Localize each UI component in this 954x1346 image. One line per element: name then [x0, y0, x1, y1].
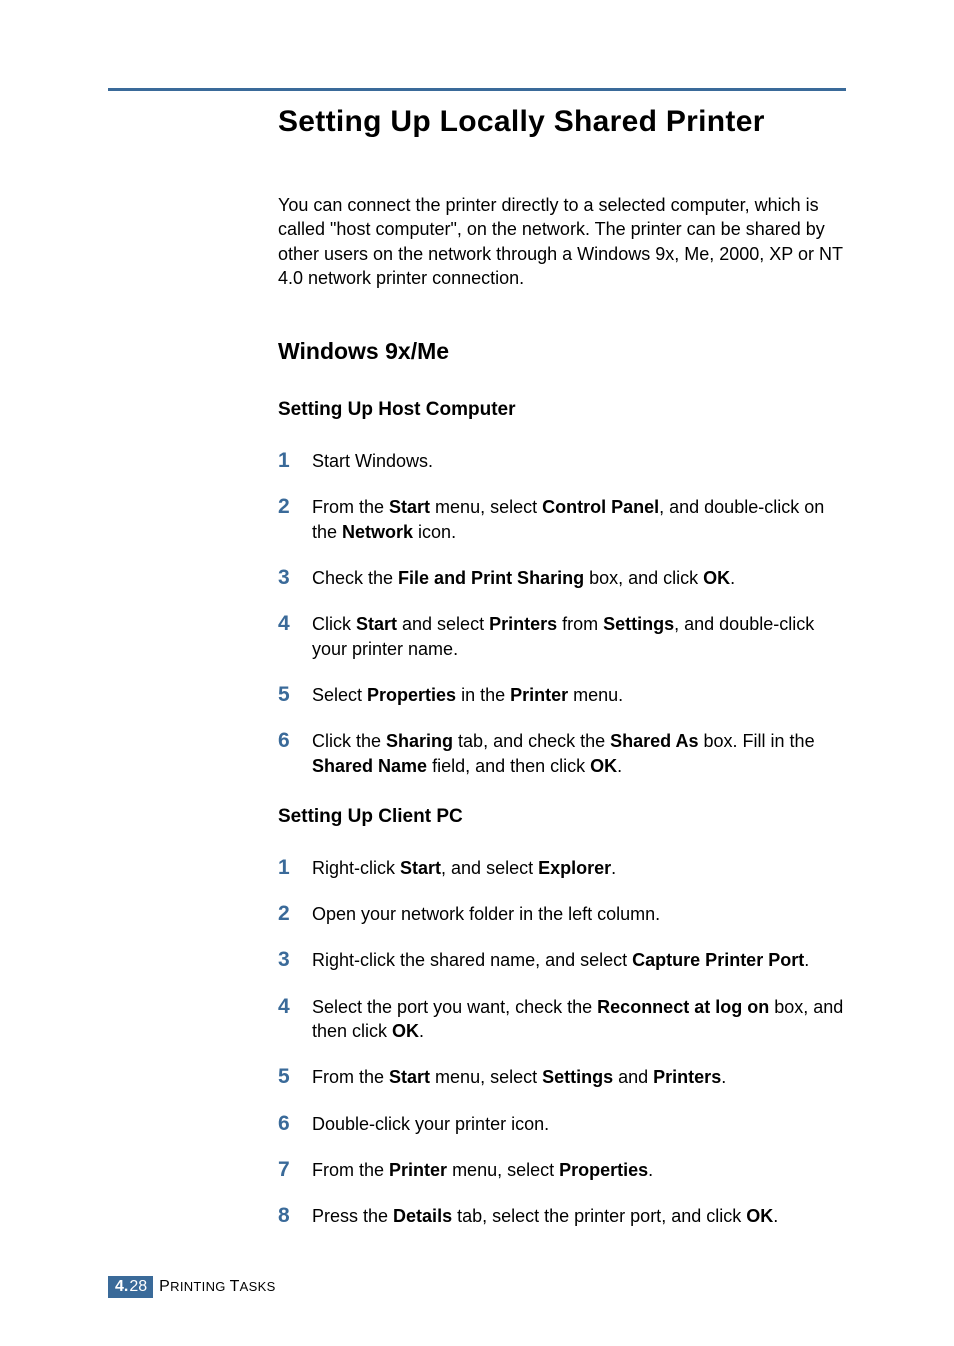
step-text: Start Windows.: [312, 449, 433, 473]
step-number: 5: [278, 683, 312, 707]
step-number: 1: [278, 449, 312, 473]
step-item: 2Open your network folder in the left co…: [278, 902, 846, 926]
step-text: Click Start and select Printers from Set…: [312, 612, 846, 661]
step-text: Double-click your printer icon.: [312, 1112, 549, 1136]
page-number: 28: [129, 1278, 147, 1296]
step-number: 3: [278, 948, 312, 972]
page-number-badge: 4.28: [108, 1276, 153, 1298]
step-item: 3Right-click the shared name, and select…: [278, 948, 846, 972]
step-number: 2: [278, 495, 312, 519]
step-item: 5From the Start menu, select Settings an…: [278, 1065, 846, 1089]
page-footer: 4.28 PRINTING TASKS: [108, 1276, 276, 1298]
step-text: From the Start menu, select Control Pane…: [312, 495, 846, 544]
step-number: 5: [278, 1065, 312, 1089]
step-item: 5Select Properties in the Printer menu.: [278, 683, 846, 707]
step-text: From the Start menu, select Settings and…: [312, 1065, 726, 1089]
step-item: 1Start Windows.: [278, 449, 846, 473]
step-number: 8: [278, 1204, 312, 1228]
step-text: Press the Details tab, select the printe…: [312, 1204, 778, 1228]
step-text: Right-click Start, and select Explorer.: [312, 856, 616, 880]
step-text: Open your network folder in the left col…: [312, 902, 660, 926]
step-number: 1: [278, 856, 312, 880]
step-number: 3: [278, 566, 312, 590]
step-number: 2: [278, 902, 312, 926]
footer-section-label: PRINTING TASKS: [159, 1278, 275, 1296]
step-item: 8Press the Details tab, select the print…: [278, 1204, 846, 1228]
step-number: 6: [278, 729, 312, 753]
step-number: 6: [278, 1112, 312, 1136]
step-list-client: 1Right-click Start, and select Explorer.…: [278, 856, 846, 1229]
step-item: 2From the Start menu, select Control Pan…: [278, 495, 846, 544]
subsection-heading-host: Setting Up Host Computer: [278, 399, 846, 421]
step-list-host: 1Start Windows.2From the Start menu, sel…: [278, 449, 846, 778]
step-item: 6Double-click your printer icon.: [278, 1112, 846, 1136]
step-item: 6Click the Sharing tab, and check the Sh…: [278, 729, 846, 778]
step-item: 4Select the port you want, check the Rec…: [278, 995, 846, 1044]
step-number: 4: [278, 995, 312, 1019]
step-text: Select the port you want, check the Reco…: [312, 995, 846, 1044]
step-number: 7: [278, 1158, 312, 1182]
step-item: 7From the Printer menu, select Propertie…: [278, 1158, 846, 1182]
section-heading-windows: Windows 9x/Me: [278, 338, 846, 365]
subsection-heading-client: Setting Up Client PC: [278, 806, 846, 828]
step-text: Select Properties in the Printer menu.: [312, 683, 623, 707]
intro-paragraph: You can connect the printer directly to …: [278, 193, 846, 290]
step-text: From the Printer menu, select Properties…: [312, 1158, 653, 1182]
header-divider: [108, 88, 846, 91]
chapter-number: 4.: [115, 1278, 128, 1296]
step-text: Check the File and Print Sharing box, an…: [312, 566, 735, 590]
step-number: 4: [278, 612, 312, 636]
step-item: 4Click Start and select Printers from Se…: [278, 612, 846, 661]
page-title: Setting Up Locally Shared Printer: [278, 105, 846, 139]
step-item: 1Right-click Start, and select Explorer.: [278, 856, 846, 880]
step-text: Right-click the shared name, and select …: [312, 948, 809, 972]
step-text: Click the Sharing tab, and check the Sha…: [312, 729, 846, 778]
step-item: 3Check the File and Print Sharing box, a…: [278, 566, 846, 590]
